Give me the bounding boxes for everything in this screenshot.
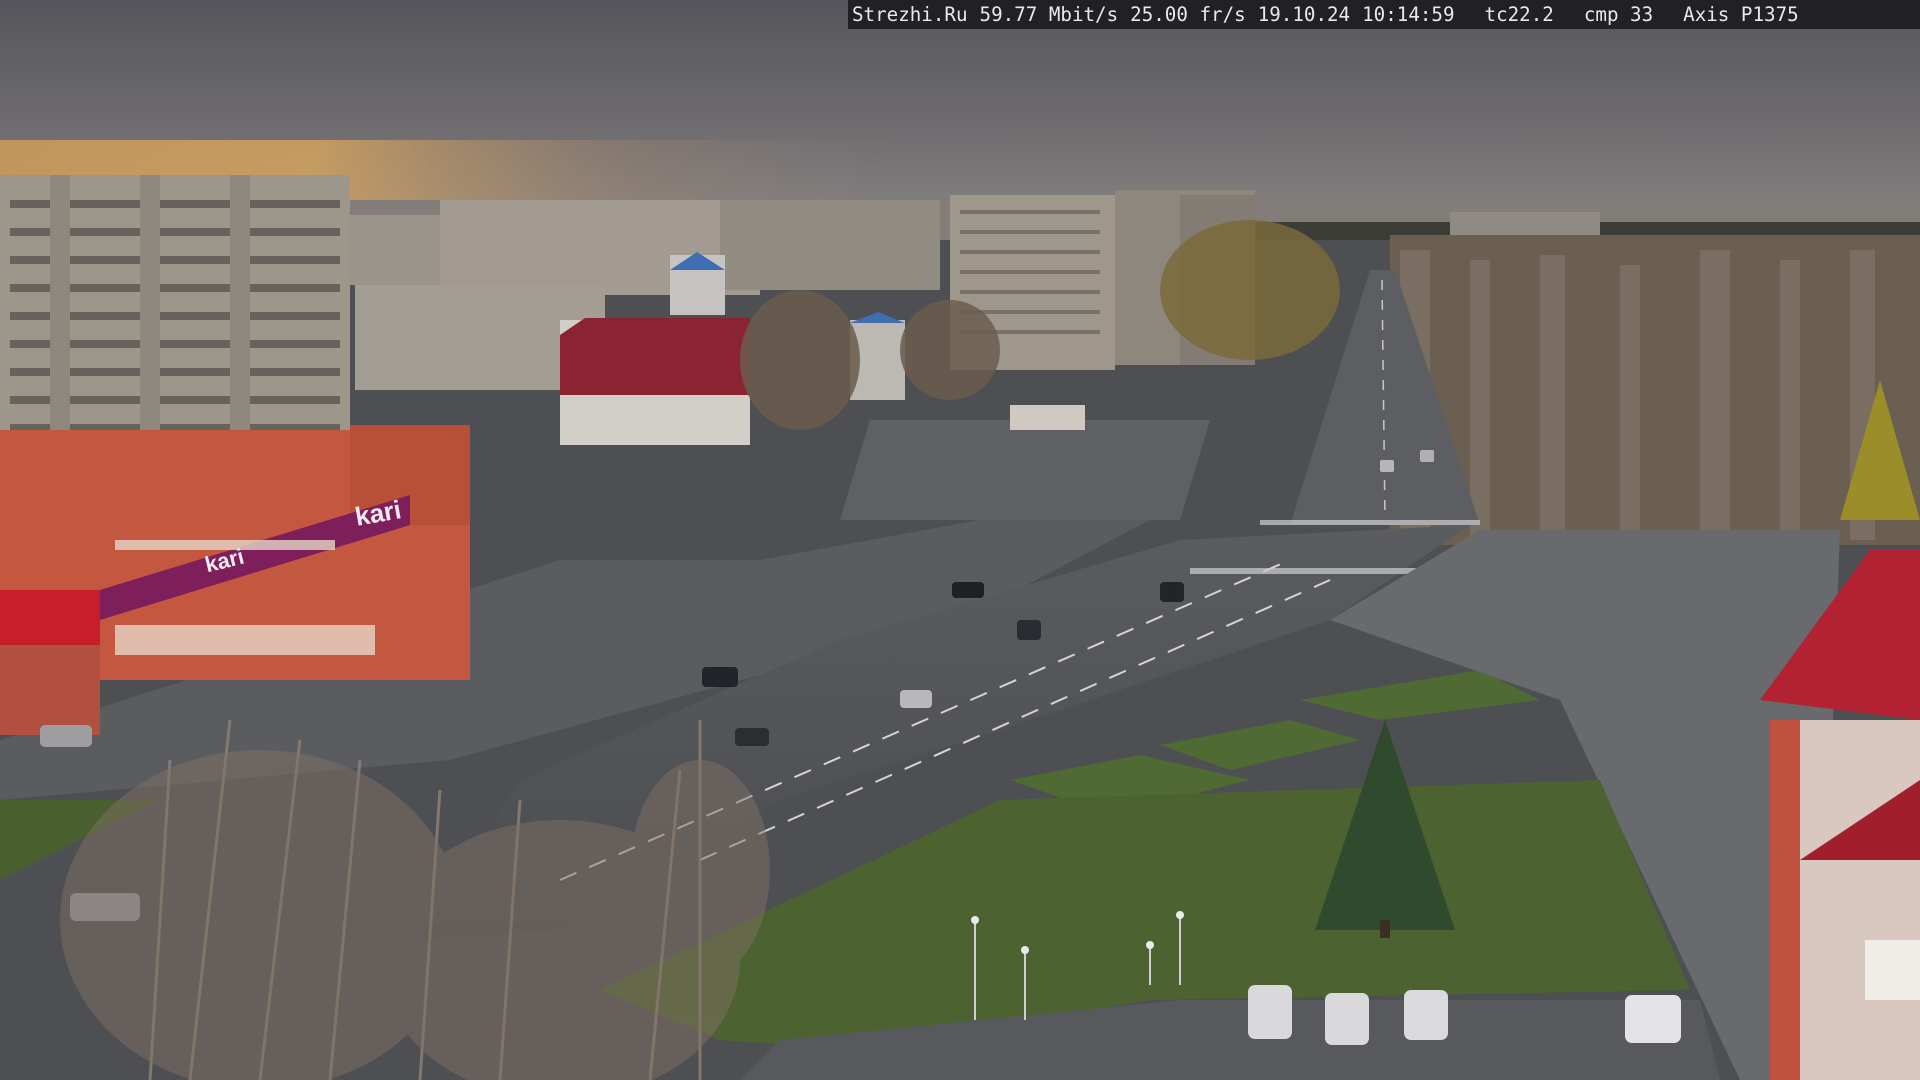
memorial	[1010, 405, 1085, 430]
time-readout: 10:14:59	[1362, 3, 1455, 26]
camera-model: Axis P1375	[1683, 3, 1799, 26]
camera-status-overlay: Strezhi.Ru 59.77 Mbit/s 25.00 fr/s 19.10…	[848, 0, 1920, 29]
site-name: Strezhi.Ru	[852, 3, 968, 26]
cmp-readout: cmp 33	[1583, 3, 1654, 26]
date-readout: 19.10.24	[1257, 3, 1351, 26]
bitrate-readout: 59.77 Mbit/s	[979, 3, 1119, 26]
webcam-scene: kari kari Strezhi.Ru 59.77 Mbit/s 25.00 …	[0, 0, 1920, 1080]
fps-readout: 25.00 fr/s	[1130, 3, 1246, 26]
town-square	[840, 420, 1210, 520]
tc-readout: tc22.2	[1484, 3, 1554, 26]
street-view-image	[0, 0, 1920, 1080]
